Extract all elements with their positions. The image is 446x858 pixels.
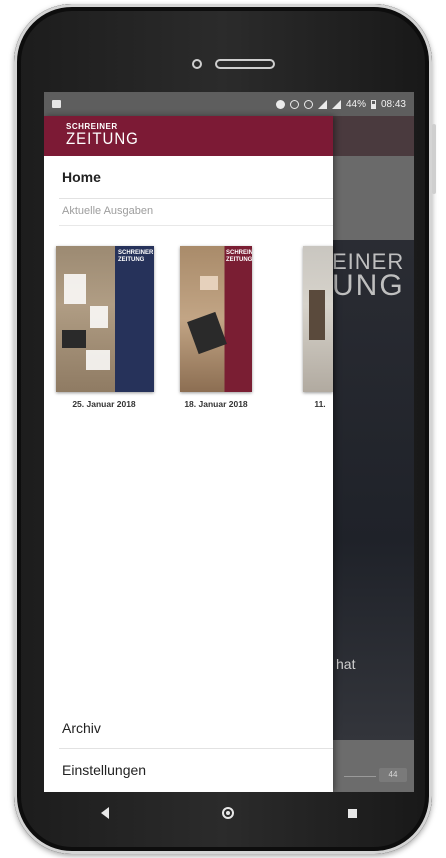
- battery-percent: 44%: [345, 98, 366, 110]
- background-cover-title: EINER UNG: [332, 249, 405, 302]
- divider: [59, 225, 333, 226]
- front-camera: [192, 59, 202, 69]
- do-not-disturb-icon: [275, 99, 285, 109]
- clock: 08:43: [380, 98, 406, 110]
- menu-item-home[interactable]: Home: [62, 169, 101, 185]
- issue-cover-1[interactable]: SCHREINER ZEITUNG: [56, 246, 154, 392]
- recent-apps-icon[interactable]: [348, 808, 358, 818]
- divider: [59, 198, 333, 199]
- cover-masthead: SCHREINERZEITUNG: [226, 250, 252, 263]
- section-label-current-issues: Aktuelle Ausgaben: [62, 205, 154, 217]
- app-logo: SCHREINER ZEITUNG: [66, 122, 139, 149]
- issue-list: SCHREINER ZEITUNG 25. Januar 2018 SCHREIN…: [44, 246, 333, 416]
- divider: [59, 748, 333, 749]
- system-nav-bar: [44, 792, 414, 834]
- navigation-drawer: SCHREINER ZEITUNG Home Aktuelle Ausgaben…: [44, 116, 333, 792]
- issue-date-3: 11.: [314, 399, 326, 409]
- issue-cover-3[interactable]: [303, 246, 333, 392]
- background-page-pill: 44: [379, 768, 407, 782]
- data-saver-icon: [289, 99, 299, 109]
- status-bar: 44% 08:43: [44, 92, 414, 116]
- alarm-icon: [303, 99, 313, 109]
- earpiece-speaker: [215, 59, 275, 69]
- issue-date-2: 18. Januar 2018: [184, 399, 248, 409]
- issue-date-1: 25. Januar 2018: [72, 399, 136, 409]
- home-icon[interactable]: [222, 807, 235, 819]
- wifi-icon: [317, 99, 327, 109]
- signal-icon: [331, 99, 341, 109]
- issue-cover-2[interactable]: SCHREINERZEITUNG: [180, 246, 252, 392]
- battery-icon: [370, 99, 376, 109]
- drawer-header: SCHREINER ZEITUNG: [44, 116, 333, 156]
- back-icon[interactable]: [100, 807, 109, 819]
- menu-item-archiv[interactable]: Archiv: [62, 720, 101, 736]
- side-button: [432, 124, 436, 194]
- notification-icon: [52, 100, 61, 108]
- background-progress-line: [344, 776, 376, 777]
- screen: 44% 08:43 EINER UNG hat 44 SCHREINER ZEI…: [44, 92, 414, 792]
- menu-item-settings[interactable]: Einstellungen: [62, 762, 146, 778]
- cover-masthead: SCHREINERZEITUNG: [118, 250, 154, 263]
- background-cover-text: hat: [336, 656, 356, 672]
